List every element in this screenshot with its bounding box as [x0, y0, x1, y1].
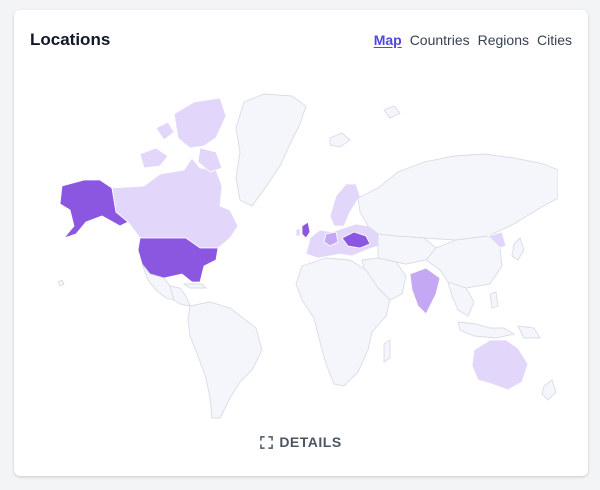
region-philippines[interactable]	[489, 291, 499, 309]
region-papua[interactable]	[517, 325, 541, 339]
region-svalbard[interactable]	[383, 105, 401, 119]
region-hawaii[interactable]	[57, 279, 65, 287]
region-madagascar[interactable]	[383, 339, 391, 363]
region-ireland[interactable]	[295, 227, 301, 237]
region-russia[interactable]	[357, 153, 558, 241]
region-cuba[interactable]	[182, 283, 208, 289]
region-canada[interactable]	[111, 157, 239, 249]
tab-countries[interactable]: Countries	[410, 32, 470, 48]
region-greenland[interactable]	[235, 93, 307, 207]
region-canada-islands[interactable]	[173, 97, 227, 149]
region-central-america[interactable]	[169, 285, 191, 307]
region-new-zealand[interactable]	[541, 379, 557, 401]
region-canada-islands-west[interactable]	[139, 147, 169, 169]
world-map-svg	[57, 93, 558, 419]
tab-regions[interactable]: Regions	[478, 32, 529, 48]
world-map	[44, 88, 558, 428]
region-australia[interactable]	[471, 339, 529, 391]
region-south-america[interactable]	[187, 301, 263, 419]
tab-bar: Map Countries Regions Cities	[374, 32, 572, 48]
locations-card: Locations Map Countries Regions Cities D…	[14, 10, 588, 476]
region-uk[interactable]	[301, 221, 311, 239]
tab-map[interactable]: Map	[374, 32, 402, 48]
card-title: Locations	[30, 30, 111, 49]
region-canada-islands-mid[interactable]	[155, 121, 175, 141]
region-japan[interactable]	[511, 237, 525, 261]
region-iceland[interactable]	[329, 132, 351, 148]
region-scandinavia[interactable]	[329, 183, 361, 227]
region-india[interactable]	[409, 267, 441, 315]
region-indonesia[interactable]	[457, 321, 516, 339]
tab-cities[interactable]: Cities	[537, 32, 572, 48]
details-label: DETAILS	[279, 434, 342, 450]
expand-icon	[260, 435, 274, 449]
details-button[interactable]: DETAILS	[14, 434, 588, 450]
